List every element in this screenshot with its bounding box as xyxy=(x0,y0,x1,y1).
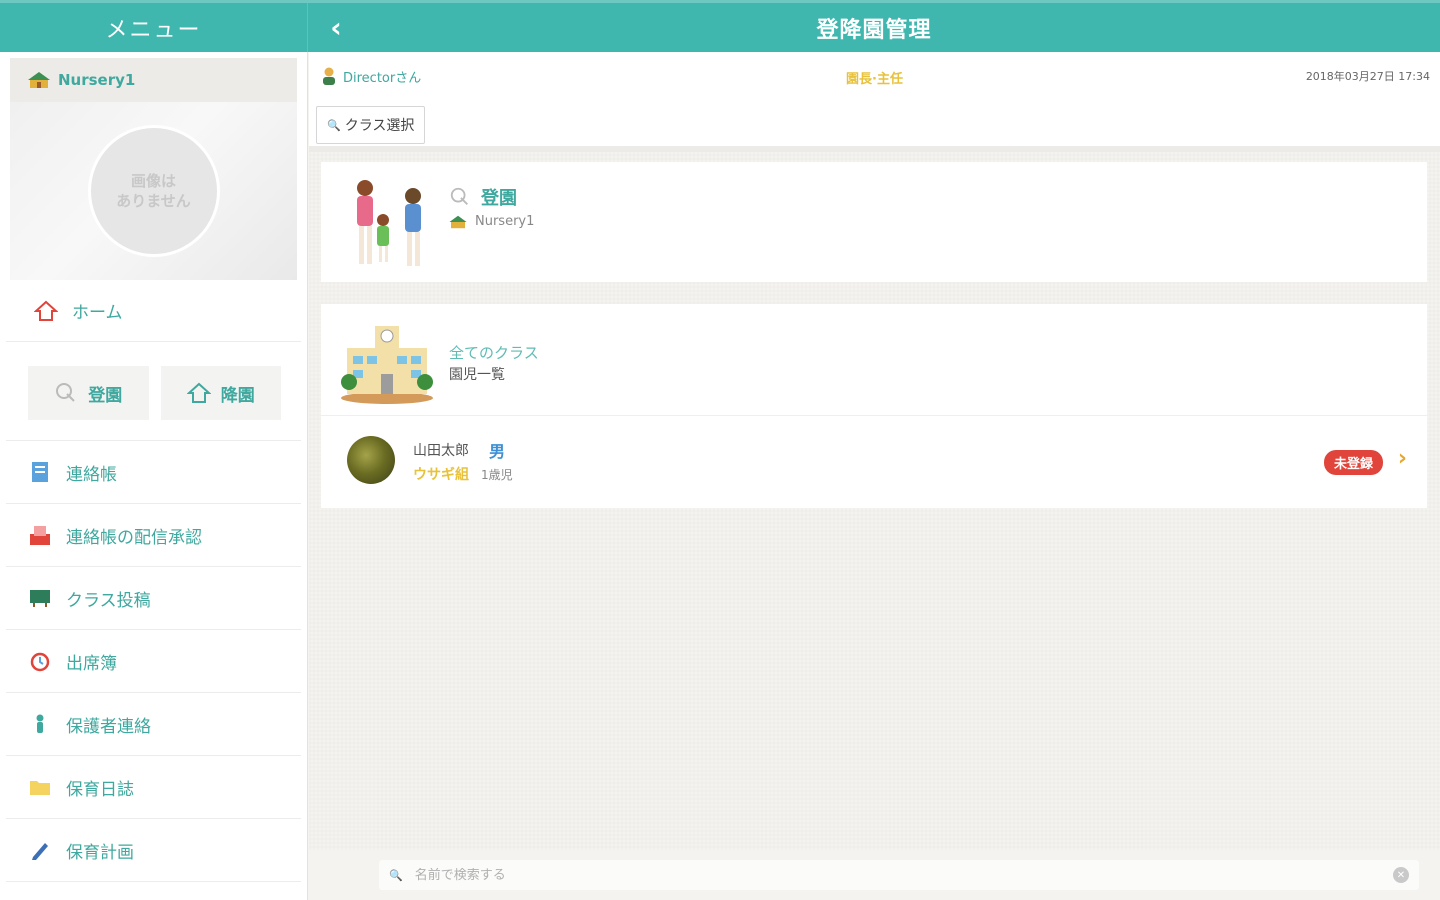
attend-leave-group: 登園 降園 xyxy=(6,342,301,441)
role-label: 園長·主任 xyxy=(846,72,903,87)
sidebar-item-label: 保育日誌 xyxy=(66,779,134,800)
class-select-label: クラス選択 xyxy=(344,118,415,134)
sidebar-item-plan[interactable]: 保育計画 xyxy=(6,819,301,882)
child-gender: 男 xyxy=(489,442,506,461)
attend-card-nursery: Nursery1 xyxy=(449,214,534,229)
nursery-avatar[interactable]: 画像は ありません xyxy=(87,125,220,257)
class-card: 全てのクラス 園児一覧 山田太郎 男 ウサギ組 1歳児 未登録 › xyxy=(321,304,1427,508)
class-card-subtitle: 園児一覧 xyxy=(449,367,505,383)
approval-icon xyxy=(28,523,52,547)
sidebar-item-label: 出席簿 xyxy=(66,653,117,674)
child-name: 山田太郎 xyxy=(413,443,469,459)
top-bar: メニュー ‹ 登降園管理 xyxy=(0,0,1440,52)
folder-icon xyxy=(28,775,52,799)
page-title: 登降園管理 xyxy=(816,17,932,43)
parent-child-illustration xyxy=(357,180,421,266)
sidebar-item-home[interactable]: ホーム xyxy=(6,280,301,342)
menu-title: メニュー xyxy=(0,3,308,52)
attend-icon xyxy=(450,187,468,205)
sidebar-item-label: 連絡帳の配信承認 xyxy=(66,527,202,548)
info-bar: Directorさん 園長·主任 2018年03月27日 17:34 xyxy=(309,52,1440,100)
attend-card: 登園 Nursery1 xyxy=(321,162,1427,282)
sidebar-item-approval[interactable]: 連絡帳の配信承認 xyxy=(6,504,301,567)
attend-label: 登園 xyxy=(88,385,123,406)
school-building-illustration xyxy=(341,326,433,404)
notebook-icon xyxy=(28,460,52,484)
home-icon xyxy=(34,300,58,321)
search-bar: 🔍 ✕ xyxy=(309,850,1440,900)
nursery-icon xyxy=(449,215,467,228)
sidebar-item-daily-log[interactable]: 保育日誌 xyxy=(6,756,301,819)
sidebar-item-label: 保育計画 xyxy=(66,842,134,863)
attend-card-title: 登園 xyxy=(449,184,517,210)
child-row[interactable]: 山田太郎 男 ウサギ組 1歳児 未登録 › xyxy=(321,416,1427,508)
child-class: ウサギ組 xyxy=(413,467,469,483)
search-icon: 🔍 xyxy=(327,118,341,132)
leave-label: 降園 xyxy=(220,385,255,406)
pencil-icon xyxy=(28,838,52,862)
nursery-header[interactable]: Nursery1 xyxy=(10,58,297,102)
sidebar-item-renrakucho[interactable]: 連絡帳 xyxy=(6,441,301,504)
board-icon xyxy=(28,586,52,610)
sidebar-attend-button[interactable]: 登園 xyxy=(28,366,149,420)
sidebar: Nursery1 画像は ありません ホーム 登園 降園 連絡帳 連絡帳の配信承 xyxy=(0,52,308,900)
sidebar-item-class-post[interactable]: クラス投稿 xyxy=(6,567,301,630)
datetime-label: 2018年03月27日 17:34 xyxy=(1305,70,1430,83)
sidebar-leave-button[interactable]: 降園 xyxy=(160,366,281,420)
sidebar-item-label: クラス投稿 xyxy=(66,590,151,611)
search-box: 🔍 ✕ xyxy=(379,860,1419,890)
attend-icon xyxy=(56,383,75,402)
alarm-clock-icon xyxy=(28,649,52,673)
class-header[interactable]: 全てのクラス 園児一覧 xyxy=(321,304,1427,416)
leave-home-icon xyxy=(186,382,211,403)
class-select-button[interactable]: 🔍 クラス選択 xyxy=(316,106,426,144)
sidebar-item-label: ホーム xyxy=(72,303,123,323)
sidebar-item-parent-contact[interactable]: 保護者連絡 xyxy=(6,693,301,756)
chevron-right-icon: › xyxy=(1397,446,1407,471)
child-avatar xyxy=(347,436,395,484)
status-badge: 未登録 xyxy=(1323,450,1383,475)
sidebar-item-label: 連絡帳 xyxy=(66,464,117,485)
profile-area: 画像は ありません xyxy=(10,102,297,280)
class-card-title: 全てのクラス xyxy=(449,344,539,362)
nursery-icon xyxy=(28,72,50,88)
attend-nursery-name: Nursery1 xyxy=(475,214,535,229)
toolbar: 🔍 クラス選択 xyxy=(309,100,1440,152)
search-input[interactable] xyxy=(414,867,1375,883)
clear-icon[interactable]: ✕ xyxy=(1393,867,1409,883)
contact-icon xyxy=(28,712,52,736)
child-age: 1歳児 xyxy=(481,468,513,482)
sidebar-item-attendance-book[interactable]: 出席簿 xyxy=(6,630,301,693)
sidebar-item-label: 保護者連絡 xyxy=(66,716,151,737)
nursery-name: Nursery1 xyxy=(58,71,136,89)
attend-title-text: 登園 xyxy=(481,188,517,209)
main-content: Directorさん 園長·主任 2018年03月27日 17:34 🔍 クラス… xyxy=(309,52,1440,900)
search-icon: 🔍 xyxy=(389,868,403,882)
